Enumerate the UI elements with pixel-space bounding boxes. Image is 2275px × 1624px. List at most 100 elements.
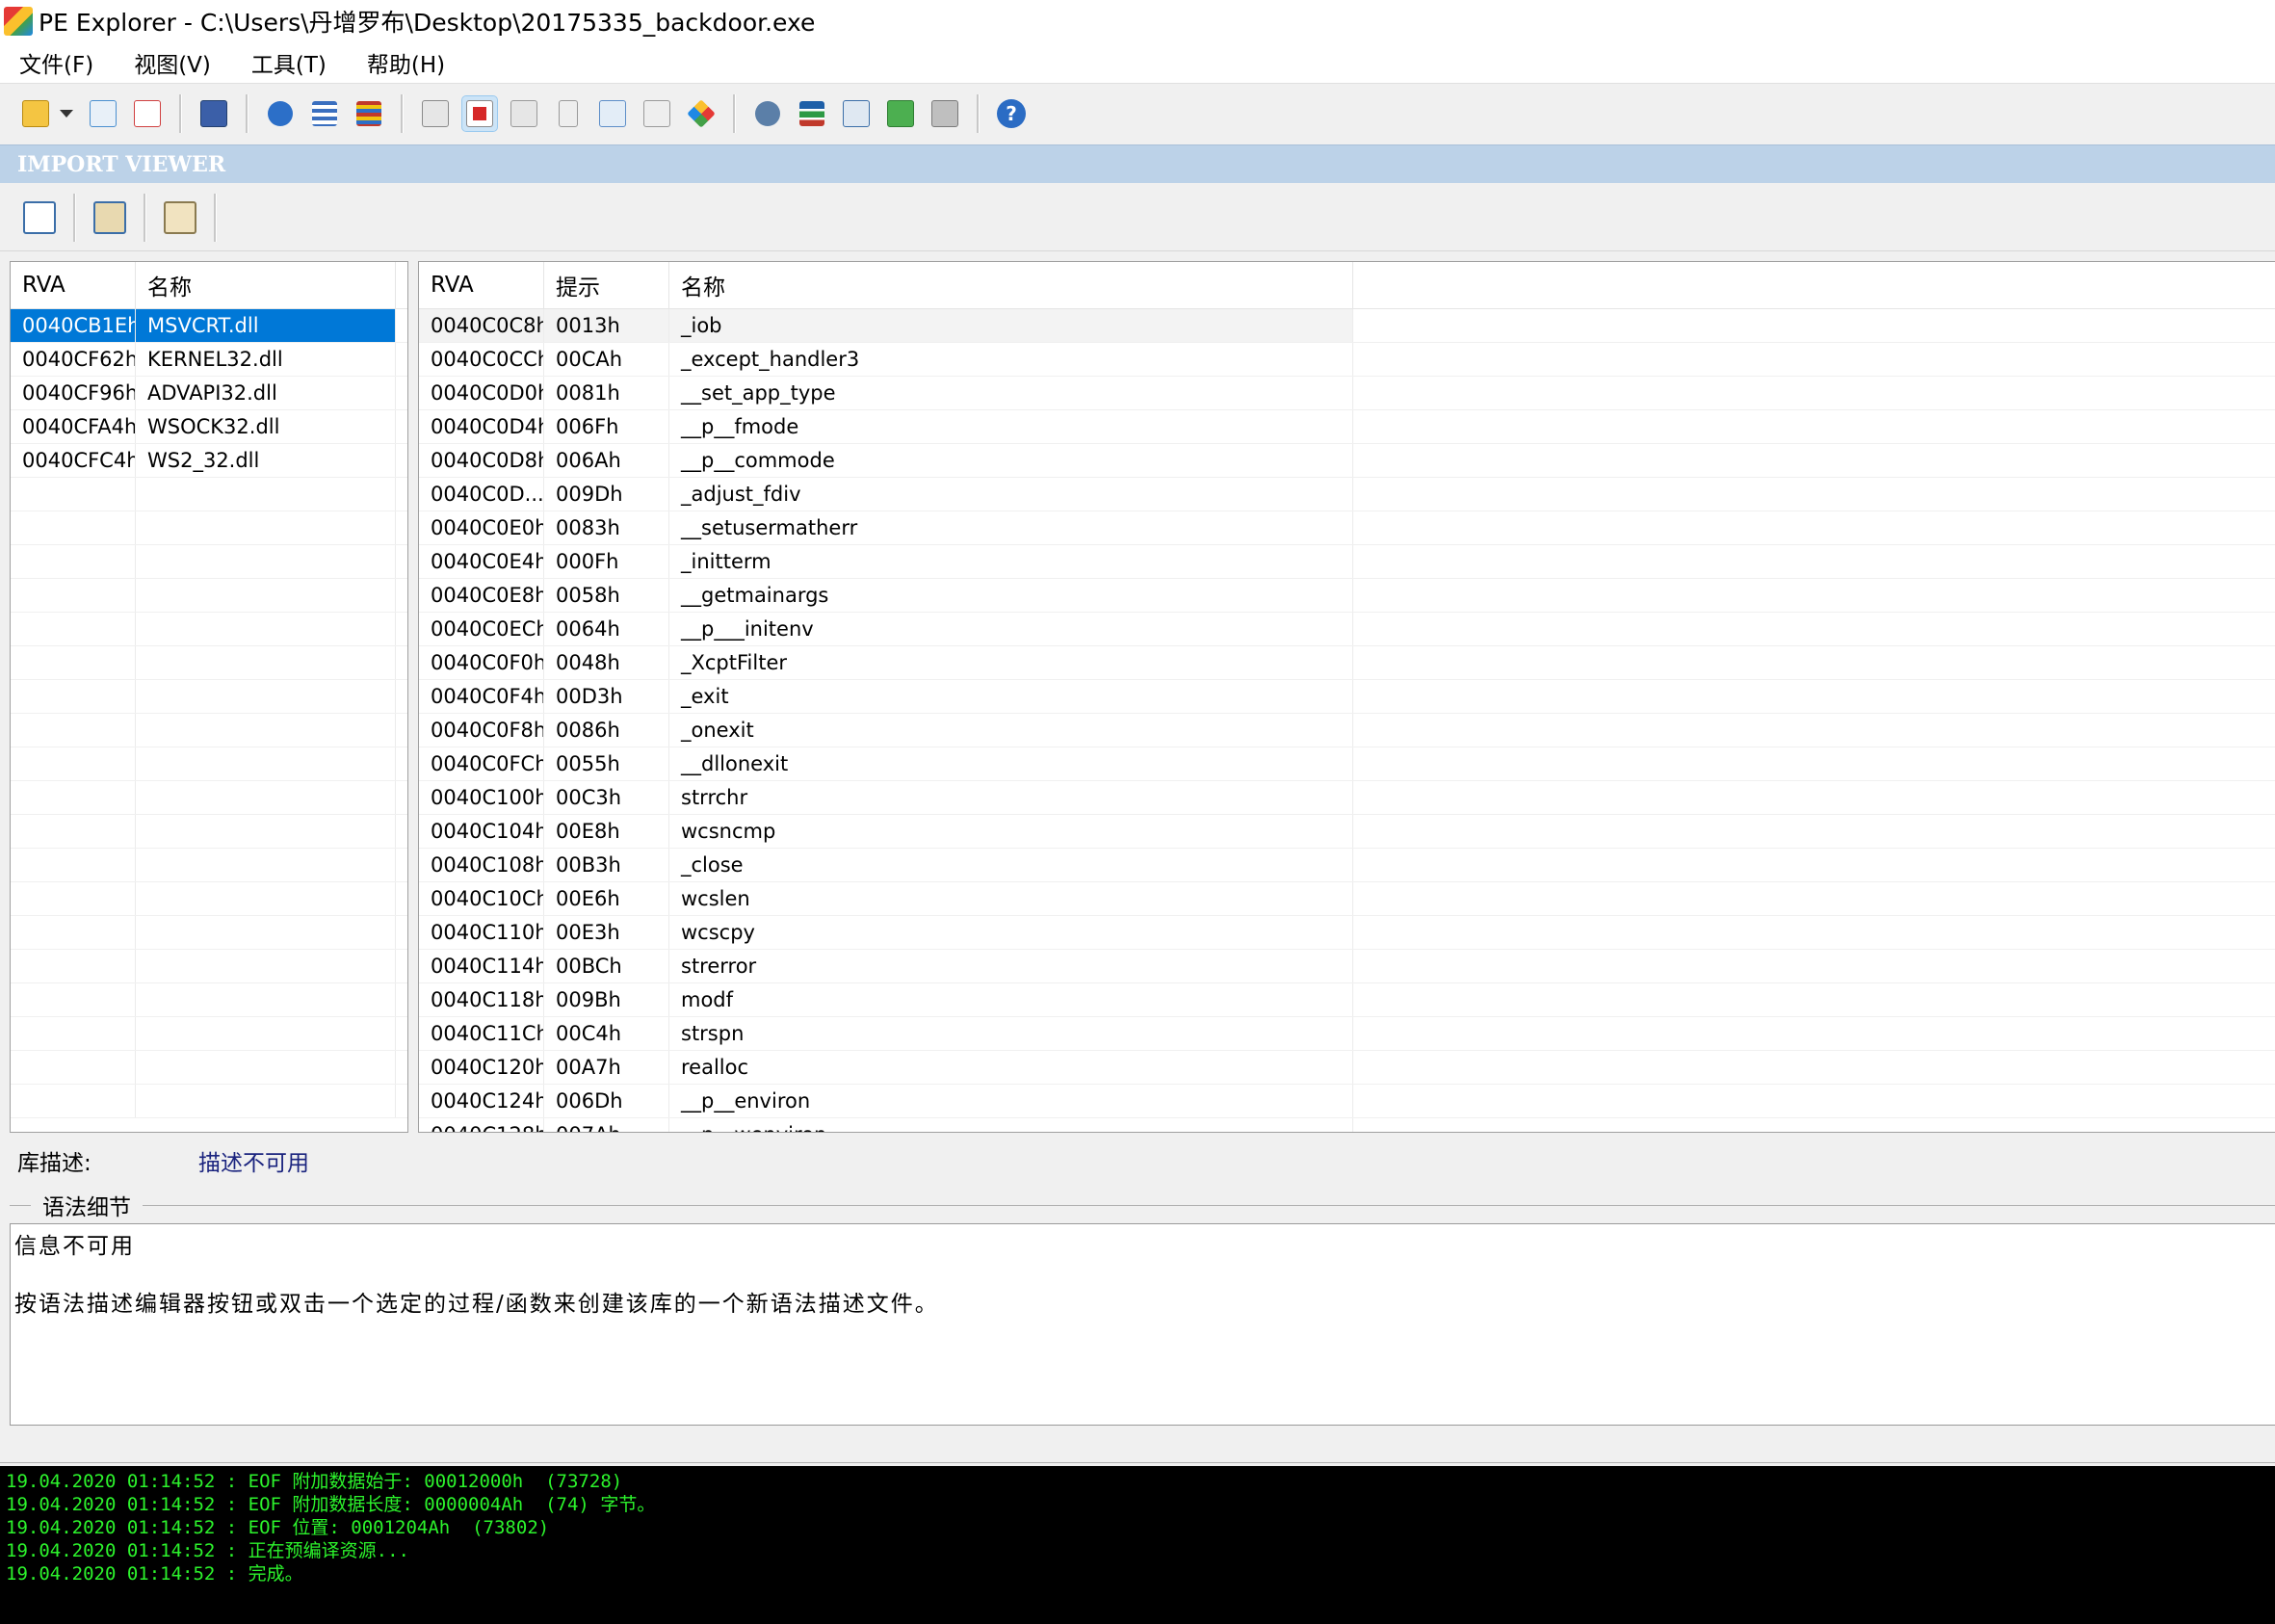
dll-row[interactable]: [11, 983, 407, 1017]
function-row[interactable]: 0040C100h 00C3h strrchr: [419, 781, 2275, 815]
function-row[interactable]: 0040C0D0h 0081h __set_app_type: [419, 377, 2275, 410]
function-row[interactable]: 0040C0F0h 0048h _XcptFilter: [419, 646, 2275, 680]
menu-help[interactable]: 帮助(H): [348, 46, 466, 79]
window-title: PE Explorer - C:\Users\丹增罗布\Desktop\2017…: [39, 9, 816, 37]
function-row[interactable]: 0040C118h 009Bh modf: [419, 983, 2275, 1017]
resources-icon[interactable]: [507, 96, 541, 131]
column-header-hint[interactable]: 提示: [544, 262, 669, 308]
dll-row[interactable]: [11, 511, 407, 545]
dll-row[interactable]: [11, 815, 407, 849]
function-row[interactable]: 0040C0F8h 0086h _onexit: [419, 714, 2275, 747]
export-icon[interactable]: [418, 96, 453, 131]
dll-row[interactable]: [11, 613, 407, 646]
import-icon[interactable]: [461, 95, 498, 132]
function-row[interactable]: 0040C10Ch 00E6h wcslen: [419, 882, 2275, 916]
column-header-name[interactable]: 名称: [136, 262, 396, 308]
dll-row[interactable]: 0040CF62h KERNEL32.dll: [11, 343, 407, 377]
column-header-rva[interactable]: RVA: [11, 262, 136, 308]
dll-row[interactable]: [11, 1051, 407, 1085]
syntax-icon[interactable]: [883, 96, 918, 131]
function-row[interactable]: 0040C0E0h 0083h __setusermatherr: [419, 511, 2275, 545]
dll-row[interactable]: [11, 579, 407, 613]
dll-row[interactable]: [11, 478, 407, 511]
dll-row[interactable]: [11, 781, 407, 815]
dll-row[interactable]: 0040CFA4h WSOCK32.dll: [11, 410, 407, 444]
dll-row[interactable]: 0040CB1Eh MSVCRT.dll: [11, 309, 407, 343]
function-row[interactable]: 0040C0E4h 000Fh _initterm: [419, 545, 2275, 579]
log-line: 19.04.2020 01:14:52 : 完成。: [6, 1563, 303, 1585]
function-row[interactable]: 0040C0F4h 00D3h _exit: [419, 680, 2275, 714]
dll-row[interactable]: [11, 849, 407, 882]
function-row[interactable]: 0040C120h 00A7h realloc: [419, 1051, 2275, 1085]
function-row[interactable]: 0040C0FCh 0055h __dllonexit: [419, 747, 2275, 781]
debug-icon[interactable]: [551, 96, 586, 131]
function-row[interactable]: 0040C0E8h 0058h __getmainargs: [419, 579, 2275, 613]
calculator-icon[interactable]: [839, 96, 874, 131]
splitter-bar[interactable]: [0, 1431, 2275, 1463]
function-row[interactable]: 0040C108h 00B3h _close: [419, 849, 2275, 882]
headers-icon[interactable]: [307, 96, 342, 131]
menu-view[interactable]: 视图(V): [115, 46, 232, 79]
dll-row[interactable]: [11, 747, 407, 781]
tls-icon[interactable]: [684, 96, 719, 131]
function-row[interactable]: 0040C104h 00E8h wcsncmp: [419, 815, 2275, 849]
toolbar-separator: [246, 94, 248, 133]
column-header-name[interactable]: 名称: [669, 262, 1353, 308]
row-filler: [1353, 646, 2275, 679]
copy-icon[interactable]: [19, 197, 60, 238]
dll-row[interactable]: [11, 646, 407, 680]
dll-row[interactable]: [11, 916, 407, 950]
syntax-editor-icon[interactable]: [160, 197, 200, 238]
info-icon[interactable]: [263, 96, 298, 131]
function-row[interactable]: 0040C110h 00E3h wcscpy: [419, 916, 2275, 950]
dll-row[interactable]: [11, 950, 407, 983]
function-name-cell: __p___initenv: [669, 613, 1353, 645]
dll-row[interactable]: 0040CFC4h WS2_32.dll: [11, 444, 407, 478]
dependency-scanner-icon[interactable]: [928, 96, 962, 131]
dll-rva-cell: [11, 714, 136, 747]
menu-file[interactable]: 文件(F): [0, 46, 115, 79]
function-row[interactable]: 0040C0D4h 006Fh __p__fmode: [419, 410, 2275, 444]
grammar-info-box[interactable]: 信息不可用 按语法描述编辑器按钮或双击一个选定的过程/函数来创建该库的一个新语法…: [10, 1223, 2275, 1426]
function-row[interactable]: 0040C114h 00BCh strerror: [419, 950, 2275, 983]
function-row[interactable]: 0040C0ECh 0064h __p___initenv: [419, 613, 2275, 646]
function-row[interactable]: 0040C124h 006Dh __p__environ: [419, 1085, 2275, 1118]
dependency-icon[interactable]: [595, 96, 630, 131]
row-filler: [1353, 511, 2275, 544]
grammar-hint-line: 按语法描述编辑器按钮或双击一个选定的过程/函数来创建该库的一个新语法描述文件。: [14, 1292, 939, 1317]
dll-name-cell: [136, 545, 396, 578]
column-header-rva[interactable]: RVA: [419, 262, 544, 308]
function-row[interactable]: 0040C0CCh 00CAh _except_handler3: [419, 343, 2275, 377]
function-row[interactable]: 0040C0D8h 006Ah __p__commode: [419, 444, 2275, 478]
function-name-cell: __set_app_type: [669, 377, 1353, 409]
grammar-details-title: 语法细节: [42, 1195, 131, 1220]
open-folder-icon[interactable]: [18, 96, 53, 131]
dll-row[interactable]: [11, 545, 407, 579]
function-name-cell: wcscpy: [669, 916, 1353, 949]
dll-row[interactable]: [11, 680, 407, 714]
dll-row[interactable]: [11, 1085, 407, 1118]
menu-tools[interactable]: 工具(T): [232, 46, 348, 79]
sections-icon[interactable]: [352, 96, 386, 131]
close-file-icon[interactable]: [130, 96, 165, 131]
dll-row[interactable]: [11, 714, 407, 747]
dll-rva-cell: 0040CF96h: [11, 377, 136, 409]
dll-row[interactable]: [11, 882, 407, 916]
disassembler-icon[interactable]: [750, 96, 785, 131]
function-row[interactable]: 0040C0D... 009Dh _adjust_fdiv: [419, 478, 2275, 511]
dll-row[interactable]: [11, 1017, 407, 1051]
tree-icon[interactable]: [795, 96, 829, 131]
function-row[interactable]: 0040C128h007Ah__p__wenviron: [419, 1118, 2275, 1132]
function-row[interactable]: 0040C0C8h 0013h _iob: [419, 309, 2275, 343]
open-dropdown-icon[interactable]: [60, 110, 73, 118]
view-details-icon[interactable]: [90, 197, 130, 238]
function-rva-cell: 0040C10Ch: [419, 882, 544, 915]
help-icon[interactable]: ?: [994, 96, 1029, 131]
relocations-icon[interactable]: [640, 96, 674, 131]
refresh-icon[interactable]: [86, 96, 120, 131]
log-console: 19.04.2020 01:14:52 : EOF 附加数据始于: 000120…: [0, 1466, 2275, 1624]
function-row[interactable]: 0040C11Ch 00C4h strspn: [419, 1017, 2275, 1051]
dll-row[interactable]: 0040CF96h ADVAPI32.dll: [11, 377, 407, 410]
function-name-cell: _close: [669, 849, 1353, 881]
save-icon[interactable]: [196, 96, 231, 131]
